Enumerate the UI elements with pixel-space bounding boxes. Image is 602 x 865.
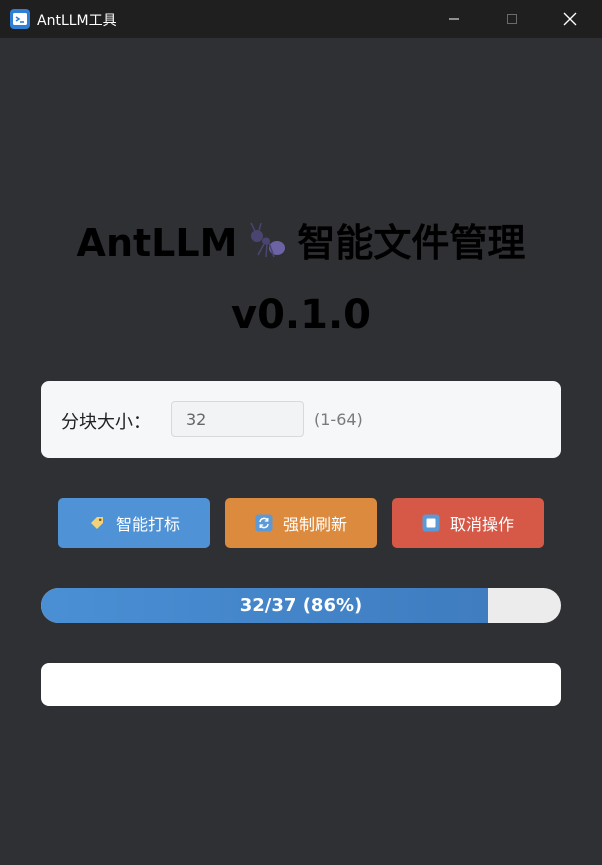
window-title: AntLLM工具: [37, 13, 117, 29]
title-bar: AntLLM工具: [0, 0, 602, 38]
minimize-icon: [449, 18, 459, 20]
page-title-right: 智能文件管理: [297, 221, 526, 265]
progress-text: 32/37 (86%): [239, 595, 363, 616]
status-log-box: [41, 663, 561, 706]
progress-bar: 32/37 (86%): [41, 588, 561, 623]
minimize-button[interactable]: [425, 0, 483, 38]
page-title: AntLLM 智能文件管理: [0, 212, 602, 272]
refresh-icon: [255, 514, 273, 532]
smart-tag-button[interactable]: 智能打标: [58, 498, 210, 548]
chunk-size-range: (1-64): [314, 410, 363, 429]
ant-icon: [245, 219, 289, 272]
version-label: v0.1.0: [231, 292, 371, 338]
stop-icon: [422, 514, 440, 532]
cancel-operation-label: 取消操作: [449, 515, 514, 534]
tag-icon: [90, 517, 103, 529]
smart-tag-label: 智能打标: [115, 515, 180, 534]
chunk-settings-card: 分块大小： (1-64): [41, 381, 561, 458]
chunk-size-input[interactable]: [171, 401, 304, 437]
cancel-operation-button[interactable]: 取消操作: [392, 498, 544, 548]
maximize-icon: [507, 14, 517, 24]
maximize-button[interactable]: [483, 0, 541, 38]
chunk-size-label: 分块大小：: [61, 412, 151, 433]
close-button[interactable]: [541, 0, 599, 38]
terminal-app-icon: [10, 9, 30, 29]
force-refresh-label: 强制刷新: [282, 515, 347, 534]
force-refresh-button[interactable]: 强制刷新: [225, 498, 377, 548]
page-title-left: AntLLM: [76, 221, 238, 265]
close-icon: [563, 12, 577, 26]
